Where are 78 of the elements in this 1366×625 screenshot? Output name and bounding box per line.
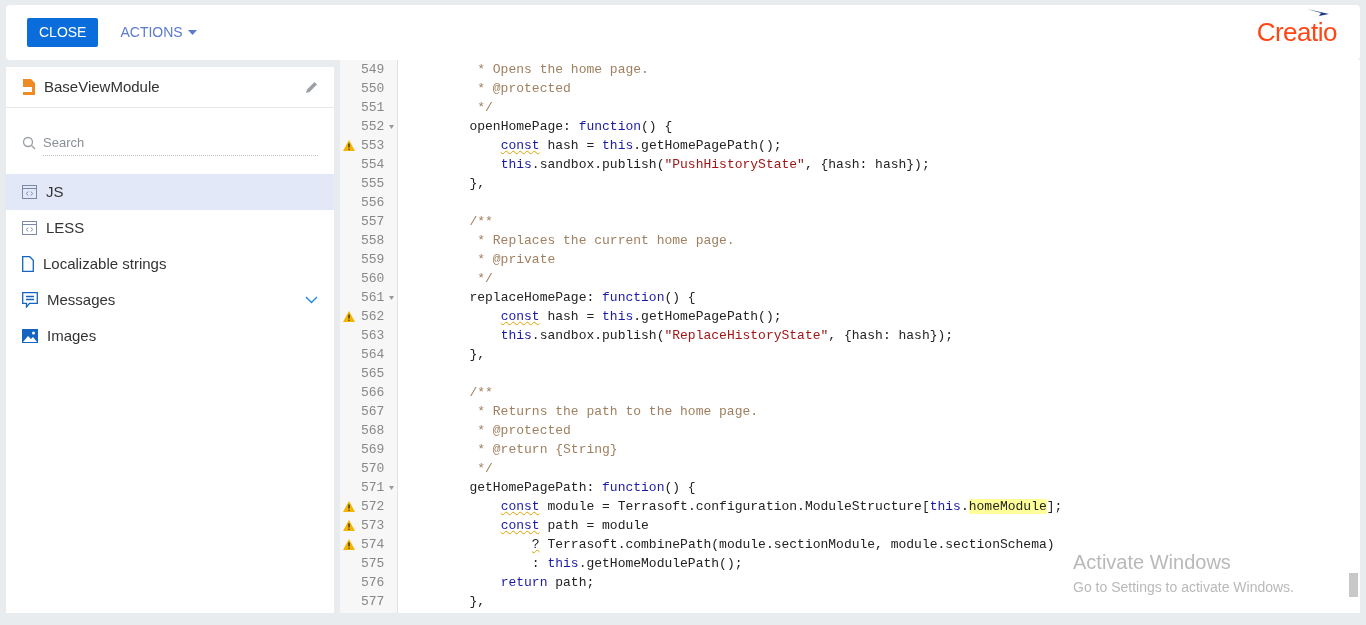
code-line: * @private (476, 252, 556, 267)
pencil-icon[interactable] (306, 81, 318, 93)
code-line: const hash = this.getHomePagePath(); (499, 309, 782, 324)
code-line: */ (476, 100, 493, 115)
line-number: 563 (361, 326, 385, 345)
code-line: */ (476, 271, 493, 286)
code-editor[interactable] (340, 60, 1360, 613)
code-line: : this.getHomeModulePath(); (530, 556, 743, 571)
code-line: const hash = this.getHomePagePath(); (499, 138, 782, 153)
code-line: }, (468, 176, 486, 191)
line-number: 552 (361, 117, 385, 136)
code-line: * @protected (476, 81, 571, 96)
code-line: const module = Terrasoft.configuration.ModuleStructure[this.homeModule]; (499, 499, 1063, 514)
search-field[interactable]: Search (43, 130, 318, 156)
code-line: * @protected (476, 423, 571, 438)
line-number: 574 (361, 535, 385, 554)
message-icon (22, 292, 38, 308)
line-number: 559 (361, 250, 385, 269)
code-line: * @return {String} (476, 442, 618, 457)
code-line: ? Terrasoft.combinePath(module.sectionModule, module.sectionSchema) (530, 537, 1055, 552)
line-number: 549 (361, 60, 385, 79)
close-button[interactable]: CLOSE (27, 18, 99, 47)
activation-message: Go to Settings to activate Windows. (1073, 578, 1294, 597)
line-number: 553 (361, 136, 385, 155)
line-number: 557 (361, 212, 385, 231)
code-line: replaceHomePage: function() { (468, 290, 696, 305)
actions-menu[interactable]: ACTIONS (120, 22, 197, 43)
line-number: 577 (361, 592, 385, 611)
code-line: }, (468, 347, 486, 362)
scrollbar-thumb[interactable] (1349, 573, 1358, 597)
code-line: /** (468, 214, 493, 229)
line-number: 558 (361, 231, 385, 250)
line-number: 568 (361, 421, 385, 440)
code-line: this.sandbox.publish("ReplaceHistoryState", {hash: hash}); (499, 328, 954, 343)
code-line: * Replaces the current home page. (476, 233, 735, 248)
line-number: 562 (361, 307, 385, 326)
code-line: * Opens the home page. (476, 62, 649, 77)
line-number: 554 (361, 155, 385, 174)
code-line: getHomePagePath: function() { (468, 480, 696, 495)
code-window-icon (22, 221, 37, 235)
schema-name: BaseViewModule (44, 76, 160, 97)
line-number: 573 (361, 516, 385, 535)
line-number: 569 (361, 440, 385, 459)
line-number: 567 (361, 402, 385, 421)
line-number: 566 (361, 383, 385, 402)
code-line: */ (476, 461, 493, 476)
line-number: 576 (361, 573, 385, 592)
fold-arrow-icon[interactable] (389, 485, 394, 490)
code-line: return path; (499, 575, 595, 590)
code-line: this.sandbox.publish("PushHistoryState", {hash: hash}); (499, 157, 930, 172)
code-window-icon (22, 185, 37, 199)
line-number: 551 (361, 98, 385, 117)
line-number: 575 (361, 554, 385, 573)
line-number: 571 (361, 478, 385, 497)
code-line: * Returns the path to the home page. (476, 404, 759, 419)
line-number: 560 (361, 269, 385, 288)
line-number: 550 (361, 79, 385, 98)
fold-arrow-icon[interactable] (389, 295, 394, 300)
search-icon (22, 136, 36, 150)
js-file-icon (22, 79, 36, 95)
line-number: 556 (361, 193, 385, 212)
chevron-icon[interactable] (305, 296, 318, 304)
line-number: 564 (361, 345, 385, 364)
document-icon (22, 256, 34, 272)
line-number: 570 (361, 459, 385, 478)
code-line: }, (468, 594, 486, 609)
line-number: 561 (361, 288, 385, 307)
code-line: const path = module (499, 518, 649, 533)
code-line: /** (468, 385, 493, 400)
fold-arrow-icon[interactable] (389, 124, 394, 129)
line-number: 565 (361, 364, 385, 383)
image-icon (22, 329, 38, 343)
line-number: 555 (361, 174, 385, 193)
line-number: 572 (361, 497, 385, 516)
activation-title: Activate Windows (1073, 550, 1232, 575)
caret-icon (187, 30, 197, 35)
code-line: openHomePage: function() { (468, 119, 673, 134)
sidebar-item[interactable]: JS (6, 174, 334, 210)
